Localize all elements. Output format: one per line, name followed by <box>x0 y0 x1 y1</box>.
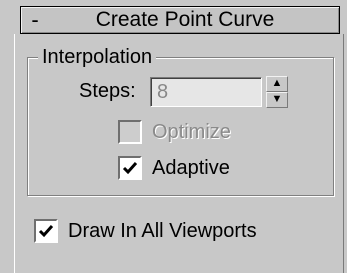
adaptive-checkbox[interactable] <box>118 156 142 180</box>
steps-input[interactable] <box>150 77 262 107</box>
collapse-icon[interactable]: - <box>21 7 49 33</box>
steps-label: Steps: <box>79 80 136 102</box>
checkmark-icon <box>38 225 54 238</box>
rollout-header[interactable]: - Create Point Curve <box>20 6 340 34</box>
optimize-label: Optimize <box>152 121 231 143</box>
draw-in-all-viewports-checkbox[interactable] <box>34 219 58 243</box>
spinner-up-icon[interactable]: ▲ <box>266 76 288 92</box>
interpolation-group-label: Interpolation <box>38 46 157 68</box>
optimize-checkbox[interactable] <box>118 120 142 144</box>
adaptive-label: Adaptive <box>152 157 230 179</box>
optimize-checkbox-row[interactable]: Optimize <box>118 118 231 146</box>
steps-spinner[interactable]: ▲ ▼ <box>266 76 288 108</box>
adaptive-checkbox-row[interactable]: Adaptive <box>118 154 230 182</box>
rollout-title: Create Point Curve <box>95 8 275 31</box>
checkmark-icon <box>122 162 138 175</box>
draw-in-all-viewports-row[interactable]: Draw In All Viewports <box>34 217 257 245</box>
spinner-down-icon[interactable]: ▼ <box>266 92 288 108</box>
draw-in-all-viewports-label: Draw In All Viewports <box>68 220 257 242</box>
